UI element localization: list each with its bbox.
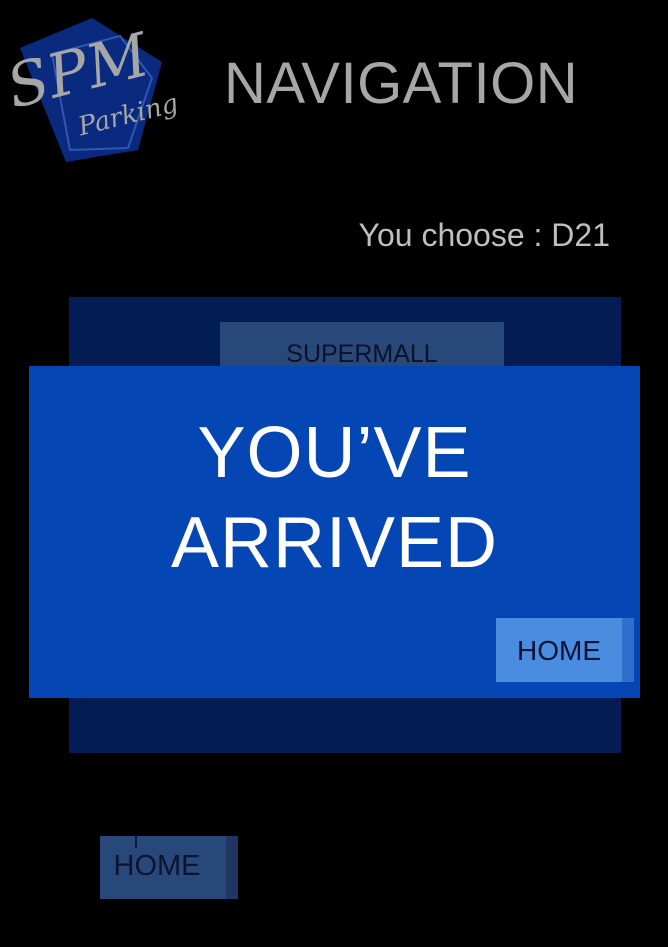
home-button-label: HOME	[113, 850, 201, 882]
home-button[interactable]: HOME	[100, 836, 238, 899]
arrived-heading: YOU’VE ARRIVED	[29, 408, 640, 588]
button-edge	[622, 618, 634, 682]
arrived-heading-line2: ARRIVED	[170, 503, 499, 583]
logo-graphic: SPM Parking	[0, 18, 180, 162]
arrived-heading-line1: YOU’VE	[197, 413, 472, 493]
page-title: NAVIGATION	[224, 51, 579, 116]
map-store-label: SUPERMALL	[286, 340, 438, 368]
dialog-home-label: HOME	[517, 635, 601, 666]
dialog-home-button[interactable]: HOME	[496, 618, 634, 682]
spm-parking-logo: SPM Parking	[0, 0, 180, 170]
button-notch	[135, 836, 137, 848]
button-edge	[226, 836, 238, 899]
chosen-spot-text: You choose : D21	[358, 217, 610, 253]
arrived-dialog: YOU’VE ARRIVED HOME	[29, 366, 640, 698]
